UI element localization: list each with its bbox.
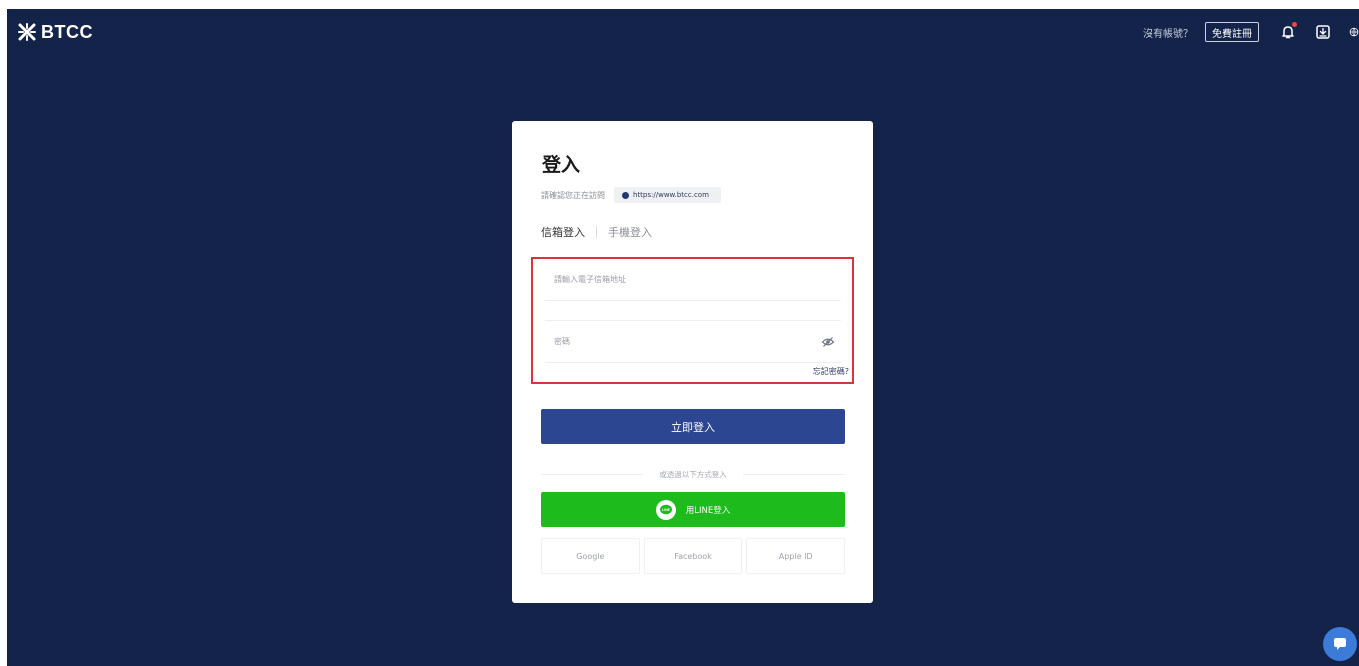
line-logo-icon: LINE — [655, 499, 676, 520]
shield-icon — [622, 191, 629, 199]
notification-dot — [1292, 22, 1297, 27]
line-login-button[interactable]: LINE 用LINE登入 — [541, 492, 845, 527]
divider-line — [541, 473, 644, 475]
bell-icon[interactable] — [1279, 22, 1297, 41]
app-frame: BTCC 沒有帳號？ 免費註冊 登入 請確認您正在訪問 https://www.… — [7, 9, 1359, 666]
signup-button[interactable]: 免費註冊 — [1205, 22, 1259, 42]
svg-text:LINE: LINE — [662, 508, 671, 512]
facebook-login-button[interactable]: Facebook — [643, 538, 743, 574]
tab-separator — [596, 226, 597, 238]
chat-bubble-icon — [1334, 638, 1346, 650]
chat-support-button[interactable] — [1323, 627, 1357, 661]
alt-login-divider: 或透過以下方式登入 — [541, 468, 845, 480]
no-account-text: 沒有帳號？ — [1143, 28, 1193, 40]
apple-login-button[interactable]: Apple ID — [746, 538, 846, 574]
email-input[interactable] — [554, 259, 814, 300]
page-title: 登入 — [542, 154, 581, 176]
url-verification: 請確認您正在訪問 https://www.btcc.com — [541, 187, 721, 203]
social-login-row: Google Facebook Apple ID — [541, 538, 846, 574]
password-input[interactable] — [554, 321, 814, 362]
brand-logo[interactable]: BTCC — [17, 20, 93, 44]
divider-text: 或透過以下方式登入 — [659, 469, 727, 479]
header-actions: 沒有帳號？ 免費註冊 — [1143, 21, 1359, 43]
login-card: 登入 請確認您正在訪問 https://www.btcc.com 信箱登入 手機… — [512, 121, 873, 603]
password-field — [545, 321, 841, 363]
eye-hidden-icon[interactable] — [821, 335, 835, 349]
tab-email-login[interactable]: 信箱登入 — [541, 224, 585, 240]
url-badge: https://www.btcc.com — [614, 187, 721, 203]
login-tabs: 信箱登入 手機登入 — [541, 224, 652, 240]
divider-line — [742, 473, 845, 475]
forgot-password-link[interactable]: 忘記密碼? — [813, 366, 849, 377]
field-divider — [545, 364, 841, 365]
login-button[interactable]: 立即登入 — [541, 409, 845, 444]
url-text: https://www.btcc.com — [633, 191, 709, 199]
google-login-button[interactable]: Google — [541, 538, 640, 574]
verify-text: 請確認您正在訪問 — [541, 190, 605, 200]
line-login-label: 用LINE登入 — [685, 505, 731, 516]
download-icon[interactable] — [1314, 23, 1332, 41]
globe-icon[interactable] — [1349, 23, 1359, 41]
btcc-logo-icon — [18, 23, 36, 41]
field-divider — [545, 302, 841, 321]
tab-phone-login[interactable]: 手機登入 — [608, 224, 652, 240]
brand-name: BTCC — [41, 21, 93, 42]
email-field — [545, 259, 841, 301]
